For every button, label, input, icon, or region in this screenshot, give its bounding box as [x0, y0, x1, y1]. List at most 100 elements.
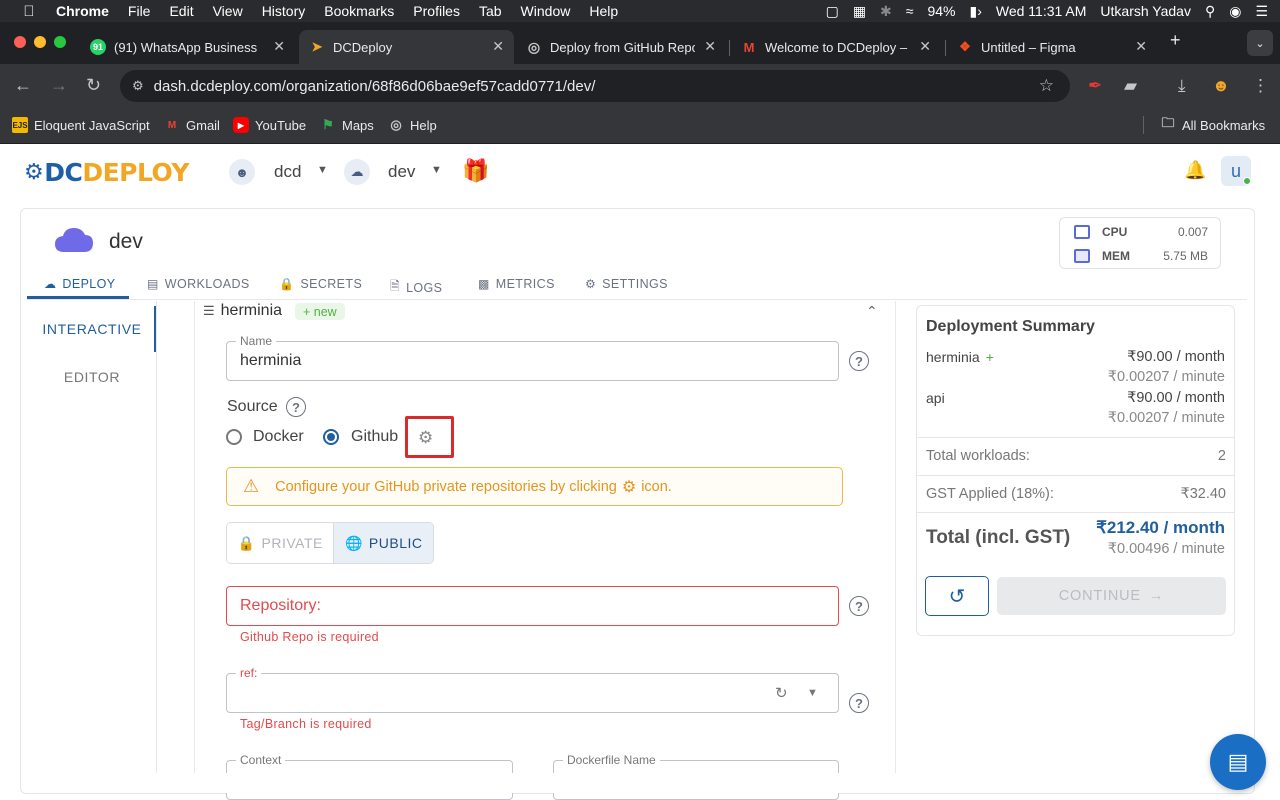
- window-close-button[interactable]: [14, 36, 26, 48]
- workload-header[interactable]: ☰ herminia: [203, 302, 282, 320]
- profile-avatar-icon[interactable]: ☻: [1212, 76, 1230, 96]
- menu-window[interactable]: Window: [521, 3, 571, 19]
- spotlight-search-icon[interactable]: ⚲: [1205, 3, 1215, 20]
- notification-bell-icon[interactable]: 🔔: [1184, 160, 1206, 181]
- total-workloads-row: Total workloads: 2: [926, 448, 1226, 464]
- new-tab-button[interactable]: +: [1170, 30, 1181, 51]
- menubar-user[interactable]: Utkarsh Yadav: [1100, 3, 1191, 19]
- control-center-icon[interactable]: ☰: [1255, 3, 1268, 20]
- lock-icon: 🔒: [237, 534, 256, 551]
- cloud-icon[interactable]: ☁: [344, 159, 370, 185]
- refresh-icon[interactable]: ↻: [775, 684, 788, 702]
- ref-field[interactable]: ref:: [226, 666, 839, 713]
- help-icon[interactable]: ?: [849, 351, 869, 371]
- bookmark-help[interactable]: ◎ Help: [388, 117, 436, 133]
- tab-close-icon[interactable]: ✕: [273, 38, 285, 55]
- menu-help[interactable]: Help: [589, 3, 618, 19]
- wifi-icon[interactable]: ≈: [906, 3, 914, 19]
- repository-help-icon[interactable]: ?: [849, 596, 869, 616]
- bluetooth-icon[interactable]: ✱: [880, 3, 892, 20]
- source-github-radio[interactable]: [323, 429, 339, 445]
- team-icon[interactable]: ☻: [229, 159, 255, 185]
- tab-logs[interactable]: 🗎 LOGS: [390, 277, 442, 298]
- forward-icon[interactable]: →: [50, 75, 68, 96]
- url-text[interactable]: dash.dcdeploy.com/organization/68f86d06b…: [154, 78, 596, 95]
- battery-icon[interactable]: ▮›: [970, 3, 982, 20]
- tab-close-icon[interactable]: ✕: [704, 38, 716, 55]
- drag-handle-icon[interactable]: ☰: [203, 303, 215, 319]
- browser-tab-whatsapp[interactable]: 91 (91) WhatsApp Business ✕: [80, 30, 295, 64]
- repository-field[interactable]: Repository:: [226, 586, 839, 626]
- mode-editor[interactable]: EDITOR: [27, 369, 157, 385]
- tab-label: SETTINGS: [602, 277, 668, 291]
- bookmark-youtube[interactable]: ▶ YouTube: [233, 117, 306, 133]
- tab-metrics[interactable]: ▩ METRICS: [478, 277, 555, 291]
- tab-search-button[interactable]: ⌄: [1247, 30, 1273, 56]
- gear-icon: ⚙: [585, 277, 597, 291]
- bookmark-star-icon[interactable]: ☆: [1039, 76, 1054, 96]
- screen-mirror-icon[interactable]: ▢: [826, 3, 839, 20]
- gift-icon[interactable]: 🎁: [462, 158, 489, 184]
- source-github-label[interactable]: Github: [351, 428, 398, 446]
- menubar-clock[interactable]: Wed 11:31 AM: [996, 3, 1087, 19]
- tab-deploy[interactable]: ☁ DEPLOY: [44, 277, 116, 291]
- org-chevron-down-icon[interactable]: ▼: [317, 164, 328, 176]
- extensions-puzzle-icon[interactable]: ▰: [1124, 76, 1137, 96]
- browser-tab-github-deploy[interactable]: ◎ Deploy from GitHub Repo ✕: [516, 30, 726, 64]
- tab-label: SECRETS: [300, 277, 363, 291]
- name-field[interactable]: Name herminia: [226, 334, 839, 381]
- browser-tab-dcdeploy[interactable]: ➤ DCDeploy ✕: [299, 30, 514, 64]
- env-chevron-down-icon[interactable]: ▼: [431, 164, 442, 176]
- ref-help-icon[interactable]: ?: [849, 693, 869, 713]
- dcdeploy-logo[interactable]: ⚙ DC DEPLOY: [24, 158, 189, 187]
- site-info-icon[interactable]: ⚙: [132, 78, 144, 94]
- menu-bookmarks[interactable]: Bookmarks: [324, 3, 394, 19]
- browser-tab-figma[interactable]: ❖ Untitled – Figma ✕: [947, 30, 1157, 64]
- browser-tab-gmail[interactable]: M Welcome to DCDeploy – A ✕: [731, 30, 941, 64]
- org-selector[interactable]: dcd: [274, 162, 301, 182]
- ref-dropdown-caret-icon[interactable]: ▼: [807, 687, 818, 699]
- chrome-menu-icon[interactable]: ⋮: [1252, 76, 1269, 96]
- bookmark-maps[interactable]: ⚑ Maps: [320, 117, 374, 133]
- menu-app-name[interactable]: Chrome: [56, 3, 109, 19]
- extension-pen-icon[interactable]: ✒: [1088, 76, 1102, 96]
- source-docker-label[interactable]: Docker: [253, 428, 304, 446]
- summary-item-per-minute: ₹0.00207 / minute: [1107, 369, 1225, 385]
- menu-profiles[interactable]: Profiles: [413, 3, 460, 19]
- bookmark-gmail[interactable]: M Gmail: [164, 117, 220, 133]
- tab-close-icon[interactable]: ✕: [1135, 38, 1147, 55]
- reload-icon[interactable]: ↻: [86, 75, 101, 96]
- source-help-icon[interactable]: ?: [286, 397, 306, 417]
- window-maximize-button[interactable]: [54, 36, 66, 48]
- bookmark-eloquent-js[interactable]: EJS Eloquent JavaScript: [12, 117, 150, 133]
- menu-file[interactable]: File: [128, 3, 151, 19]
- window-minimize-button[interactable]: [34, 36, 46, 48]
- chat-support-button[interactable]: ▤: [1210, 734, 1266, 790]
- tab-close-icon[interactable]: ✕: [492, 38, 504, 55]
- tab-settings[interactable]: ⚙ SETTINGS: [585, 277, 668, 291]
- menu-view[interactable]: View: [213, 3, 243, 19]
- visibility-public-button[interactable]: 🌐 PUBLIC: [333, 523, 433, 563]
- visibility-private-button[interactable]: 🔒 PRIVATE: [227, 523, 333, 563]
- menu-tab[interactable]: Tab: [479, 3, 502, 19]
- env-selector[interactable]: dev: [388, 162, 415, 182]
- collapse-chevron-up-icon[interactable]: ⌃: [866, 303, 878, 320]
- name-field-value[interactable]: herminia: [240, 352, 301, 370]
- tab-close-icon[interactable]: ✕: [919, 38, 931, 55]
- menu-edit[interactable]: Edit: [169, 3, 193, 19]
- back-icon[interactable]: ←: [14, 75, 32, 96]
- siri-icon[interactable]: ◉: [1229, 3, 1241, 20]
- download-icon[interactable]: ⤓: [1178, 76, 1186, 96]
- address-bar[interactable]: ⚙ dash.dcdeploy.com/organization/68f86d0…: [120, 70, 1070, 102]
- tab-workloads[interactable]: ▤ WORKLOADS: [147, 277, 250, 291]
- menu-history[interactable]: History: [262, 3, 306, 19]
- apple-icon[interactable]: : [20, 3, 38, 20]
- continue-button[interactable]: CONTINUE →: [997, 577, 1226, 615]
- source-docker-radio[interactable]: [226, 429, 242, 445]
- deploy-history-button[interactable]: ↺: [925, 576, 989, 616]
- tab-secrets[interactable]: 🔒 SECRETS: [279, 277, 362, 291]
- all-bookmarks-button[interactable]: 🗀 All Bookmarks: [1160, 115, 1265, 133]
- keyboard-icon[interactable]: ▦: [853, 3, 866, 20]
- repository-placeholder[interactable]: Repository:: [240, 597, 321, 615]
- mode-interactive[interactable]: INTERACTIVE: [27, 321, 157, 337]
